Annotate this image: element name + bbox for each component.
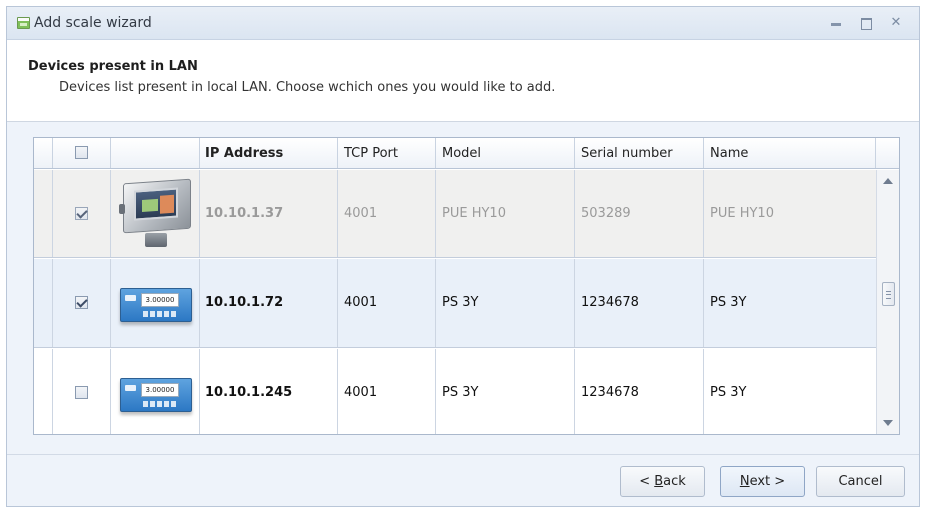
row-indicator-header: [34, 138, 53, 168]
model: PS 3Y: [442, 295, 479, 310]
table-row[interactable]: 10.10.1.37 4001 PUE HY10 503289 PUE HY10: [34, 170, 876, 258]
model: PUE HY10: [442, 206, 506, 221]
name-cell: PS 3Y: [704, 349, 876, 434]
close-icon[interactable]: ✕: [888, 16, 904, 30]
panel-keys: [143, 401, 177, 407]
column-header-label: Name: [710, 146, 749, 161]
ip-address: 10.10.1.37: [205, 206, 284, 221]
table-row[interactable]: 3.00000 10.10.1.245 4001 PS 3Y 1234678 P…: [34, 349, 876, 434]
model-cell: PS 3Y: [436, 349, 575, 434]
image-cell: 3.00000: [111, 349, 200, 434]
panel-scale-image: 3.00000: [120, 378, 192, 412]
row-checkbox[interactable]: [75, 207, 88, 220]
maximize-icon[interactable]: [858, 16, 874, 30]
serial-number: 1234678: [581, 295, 639, 310]
image-cell: [111, 170, 200, 257]
name-cell: PUE HY10: [704, 170, 876, 257]
image-cell: 3.00000: [111, 259, 200, 347]
terminal-screen: [134, 187, 178, 221]
row-indicator: [34, 259, 53, 347]
image-column-header: [111, 138, 200, 168]
footer-separator: [7, 454, 919, 455]
column-header-label: TCP Port: [344, 146, 398, 161]
model-cell: PS 3Y: [436, 259, 575, 347]
tcp-port: 4001: [344, 295, 378, 310]
header-filler: [876, 138, 899, 168]
table-row[interactable]: 3.00000 10.10.1.72 4001 PS 3Y 1234678 PS…: [34, 259, 876, 348]
ip-cell: 10.10.1.37: [200, 170, 338, 257]
panel-scale-image: 3.00000: [120, 288, 192, 322]
terminal-stand: [145, 233, 167, 247]
row-checkbox[interactable]: [75, 296, 88, 309]
back-label: ack: [663, 474, 686, 489]
vertical-scrollbar[interactable]: [876, 170, 899, 434]
row-checkbox[interactable]: [75, 386, 88, 399]
serial-cell: 503289: [575, 170, 704, 257]
device-name: PS 3Y: [710, 295, 747, 310]
column-header-label: Serial number: [581, 146, 673, 161]
panel-display: 3.00000: [141, 293, 179, 307]
ip-cell: 10.10.1.72: [200, 259, 338, 347]
serial-cell: 1234678: [575, 349, 704, 434]
panel-keys: [143, 311, 177, 317]
cancel-button[interactable]: Cancel: [816, 466, 905, 497]
port-cell: 4001: [338, 259, 436, 347]
devices-table: IP Address TCP Port Model Serial number …: [33, 137, 900, 435]
port-cell: 4001: [338, 349, 436, 434]
model-cell: PUE HY10: [436, 170, 575, 257]
app-icon: [17, 17, 30, 29]
model: PS 3Y: [442, 385, 479, 400]
back-prefix: <: [639, 474, 655, 489]
minimize-icon[interactable]: [828, 16, 844, 30]
checkbox-cell: [53, 349, 111, 434]
column-header-name[interactable]: Name: [704, 138, 876, 168]
select-all-header: [53, 138, 111, 168]
serial-number: 503289: [581, 206, 631, 221]
ip-cell: 10.10.1.245: [200, 349, 338, 434]
checkbox-cell: [53, 170, 111, 257]
column-header-ip[interactable]: IP Address: [200, 138, 338, 168]
device-name: PS 3Y: [710, 385, 747, 400]
tcp-port: 4001: [344, 385, 378, 400]
port-cell: 4001: [338, 170, 436, 257]
panel-logo: [125, 295, 136, 301]
scroll-up-icon[interactable]: [883, 178, 893, 184]
column-header-label: Model: [442, 146, 482, 161]
row-indicator: [34, 170, 53, 257]
serial-number: 1234678: [581, 385, 639, 400]
add-scale-wizard-window: Add scale wizard ✕ Devices present in LA…: [6, 6, 920, 507]
back-mnemonic: B: [654, 474, 664, 489]
back-button[interactable]: < Back: [620, 466, 705, 497]
title-bar[interactable]: Add scale wizard ✕: [7, 7, 919, 40]
column-header-model[interactable]: Model: [436, 138, 575, 168]
column-header-port[interactable]: TCP Port: [338, 138, 436, 168]
column-header-serial[interactable]: Serial number: [575, 138, 704, 168]
next-mnemonic: N: [739, 474, 750, 489]
select-all-checkbox[interactable]: [75, 146, 88, 159]
tcp-port: 4001: [344, 206, 378, 221]
ip-address: 10.10.1.72: [205, 295, 284, 310]
panel-display: 3.00000: [141, 383, 179, 397]
serial-cell: 1234678: [575, 259, 704, 347]
page-title: Devices present in LAN: [28, 59, 198, 74]
table-header: IP Address TCP Port Model Serial number …: [34, 138, 899, 169]
window-title: Add scale wizard: [34, 15, 152, 31]
next-button[interactable]: Next >: [720, 466, 805, 497]
name-cell: PS 3Y: [704, 259, 876, 347]
terminal-body: [123, 178, 191, 234]
panel-logo: [125, 385, 136, 391]
device-name: PUE HY10: [710, 206, 774, 221]
terminal-knob: [119, 204, 125, 214]
checkbox-cell: [53, 259, 111, 347]
scroll-down-icon[interactable]: [883, 420, 893, 426]
row-indicator: [34, 349, 53, 434]
column-header-label: IP Address: [205, 146, 284, 161]
next-label: ext >: [749, 474, 786, 489]
scroll-thumb[interactable]: [882, 282, 895, 306]
page-description: Devices list present in local LAN. Choos…: [59, 80, 556, 95]
terminal-scale-image: [119, 178, 193, 250]
wizard-header: Devices present in LAN Devices list pres…: [7, 40, 919, 122]
ip-address: 10.10.1.245: [205, 385, 293, 400]
